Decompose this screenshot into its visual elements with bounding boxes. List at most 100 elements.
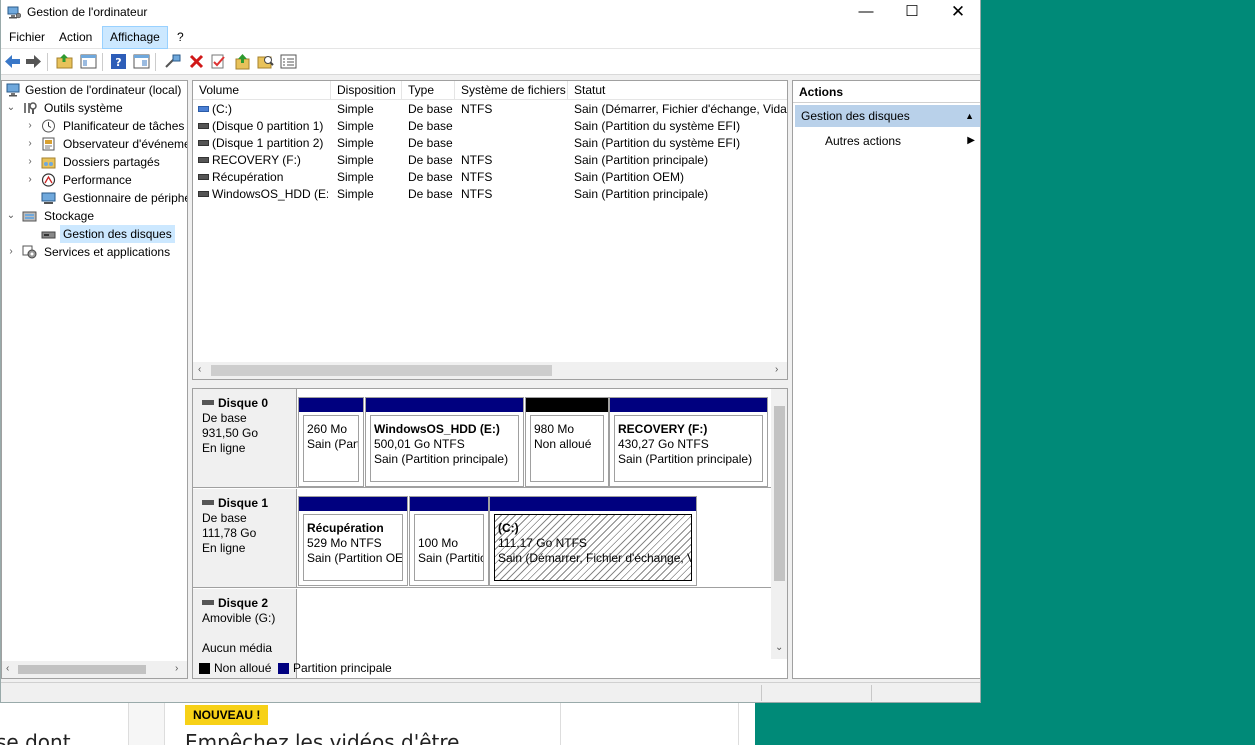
- volume-row[interactable]: Récupération Simple De base NTFS Sain (P…: [193, 169, 787, 186]
- collapse-up-icon[interactable]: ▲: [965, 105, 974, 127]
- partition-status: Sain (Partition principale): [374, 452, 509, 466]
- partition-status: Sain (Partition principale): [618, 452, 753, 466]
- disk-size: 111,78 Go: [202, 526, 257, 540]
- delete-icon[interactable]: [188, 53, 205, 70]
- volume-list-horizontal-scrollbar[interactable]: ‹ ›: [193, 362, 787, 379]
- connect-icon[interactable]: [164, 53, 181, 70]
- up-folder-icon[interactable]: [56, 53, 73, 70]
- minimize-button[interactable]: —: [843, 0, 889, 24]
- scroll-right-icon[interactable]: ›: [775, 364, 778, 375]
- disk-name: Disque 2: [218, 596, 269, 610]
- properties-view-icon[interactable]: [133, 53, 150, 70]
- scroll-down-icon[interactable]: ⌄: [775, 642, 783, 653]
- scrollbar-thumb[interactable]: [774, 406, 785, 581]
- chevron-down-icon[interactable]: ⌄: [6, 207, 16, 225]
- actions-section-gestion-disques[interactable]: Gestion des disques ▲: [795, 105, 980, 127]
- check-icon[interactable]: [210, 53, 227, 70]
- disk-0-label[interactable]: Disque 0 De base 931,50 Go En ligne: [193, 389, 297, 487]
- actions-pane: Actions Gestion des disques ▲ Autres act…: [792, 80, 981, 679]
- menu-help[interactable]: ?: [170, 26, 191, 49]
- volume-filesystem: [461, 135, 568, 152]
- partition-body: (C:) 111,17 Go NTFS Sain (Démarrer, Fich…: [494, 514, 692, 581]
- volume-type: De base: [408, 170, 453, 184]
- partition-block[interactable]: 100 Mo Sain (Partitic: [409, 496, 489, 586]
- export-icon[interactable]: [234, 53, 251, 70]
- scrollbar-thumb[interactable]: [18, 665, 146, 674]
- volume-row[interactable]: RECOVERY (F:) Simple De base NTFS Sain (…: [193, 152, 787, 169]
- volume-filesystem: [461, 118, 568, 135]
- partition-block[interactable]: 260 Mo Sain (Part: [298, 397, 364, 487]
- autres-actions-item[interactable]: Autres actions ▶: [825, 131, 975, 151]
- disk-map-vertical-scrollbar[interactable]: ⌄: [771, 389, 787, 659]
- tree-label: Gestionnaire de périphé: [63, 191, 188, 205]
- volume-disposition: Simple: [337, 153, 374, 167]
- chevron-right-icon[interactable]: ›: [25, 135, 35, 153]
- partition-size: 100 Mo: [418, 536, 459, 550]
- svg-text:?: ?: [115, 56, 121, 69]
- disk-1-label[interactable]: Disque 1 De base 111,78 Go En ligne: [193, 489, 297, 587]
- chevron-right-icon[interactable]: ›: [25, 117, 35, 135]
- computer-management-icon: [7, 6, 21, 19]
- background-article-title[interactable]: Empêchez les vidéos d'être: [185, 730, 459, 745]
- device-manager-icon: [41, 192, 56, 204]
- volume-row[interactable]: (Disque 1 partition 2) Simple De base Sa…: [193, 135, 787, 152]
- column-header-statut[interactable]: Statut: [568, 81, 787, 100]
- partition-block[interactable]: RECOVERY (F:) 430,27 Go NTFS Sain (Parti…: [609, 397, 768, 487]
- partition-block-selected[interactable]: (C:) 111,17 Go NTFS Sain (Démarrer, Fich…: [489, 496, 697, 586]
- partition-block[interactable]: WindowsOS_HDD (E:) 500,01 Go NTFS Sain (…: [365, 397, 524, 487]
- shared-folder-icon: [41, 157, 56, 169]
- chevron-right-icon[interactable]: ›: [25, 171, 35, 189]
- disk-management-icon: [41, 231, 56, 239]
- menu-affichage[interactable]: Affichage: [102, 26, 168, 49]
- title-bar[interactable]: Gestion de l'ordinateur — ☐ ✕: [1, 0, 980, 26]
- back-arrow-icon[interactable]: [4, 53, 21, 70]
- volume-row[interactable]: (C:) Simple De base NTFS Sain (Démarrer,…: [193, 101, 787, 118]
- volume-row[interactable]: (Disque 0 partition 1) Simple De base Sa…: [193, 118, 787, 135]
- maximize-button[interactable]: ☐: [889, 0, 935, 24]
- partition-block[interactable]: Récupération 529 Mo NTFS Sain (Partition…: [298, 496, 408, 586]
- menu-action[interactable]: Action: [52, 26, 99, 49]
- list-view-icon[interactable]: [280, 53, 297, 70]
- column-header-volume[interactable]: Volume: [193, 81, 331, 100]
- column-header-filesystem[interactable]: Système de fichiers: [455, 81, 568, 100]
- search-folder-icon[interactable]: [257, 53, 274, 70]
- actions-title: Actions: [793, 81, 980, 103]
- partition-name: RECOVERY (F:): [618, 422, 708, 436]
- scroll-left-icon[interactable]: ‹: [198, 364, 201, 375]
- volume-type: De base: [408, 153, 453, 167]
- scroll-left-icon[interactable]: ‹: [6, 663, 9, 674]
- partition-body: WindowsOS_HDD (E:) 500,01 Go NTFS Sain (…: [370, 415, 519, 482]
- volume-name: (C:): [212, 102, 232, 116]
- background-divider: [560, 700, 561, 745]
- chevron-right-icon[interactable]: ›: [6, 243, 16, 261]
- show-tree-icon[interactable]: [80, 53, 97, 70]
- scroll-right-icon[interactable]: ›: [175, 663, 178, 674]
- disk-state: En ligne: [202, 441, 246, 455]
- chevron-down-icon[interactable]: ⌄: [6, 99, 16, 117]
- volume-list: Volume Disposition Type Système de fichi…: [192, 80, 788, 380]
- services-icon: [22, 245, 37, 259]
- help-icon[interactable]: ?: [110, 53, 127, 70]
- partition-name: WindowsOS_HDD (E:): [374, 422, 500, 436]
- volume-disposition: Simple: [337, 119, 374, 133]
- tree-horizontal-scrollbar[interactable]: ‹ ›: [2, 661, 187, 678]
- actions-section-label: Gestion des disques: [801, 109, 910, 123]
- volume-row[interactable]: WindowsOS_HDD (E:) Simple De base NTFS S…: [193, 186, 787, 203]
- scrollbar-thumb[interactable]: [211, 365, 552, 376]
- menu-fichier[interactable]: Fichier: [2, 26, 52, 49]
- column-header-disposition[interactable]: Disposition: [331, 81, 402, 100]
- event-viewer-icon: [42, 137, 55, 151]
- partition-bar: [610, 398, 767, 412]
- volume-status: Sain (Partition du système EFI): [574, 136, 741, 150]
- disk-0-row[interactable]: Disque 0 De base 931,50 Go En ligne 260 …: [193, 389, 771, 488]
- disk-1-row[interactable]: Disque 1 De base 111,78 Go En ligne Récu…: [193, 489, 771, 588]
- unallocated-block[interactable]: 980 Mo Non alloué: [525, 397, 609, 487]
- chevron-right-icon[interactable]: ›: [25, 153, 35, 171]
- toolbar-separator: [47, 53, 48, 71]
- forward-arrow-icon[interactable]: [25, 53, 42, 70]
- close-button[interactable]: ✕: [935, 0, 981, 24]
- disk-name: Disque 0: [218, 396, 269, 410]
- volume-type: De base: [408, 119, 453, 133]
- column-header-type[interactable]: Type: [402, 81, 455, 100]
- background-new-badge: NOUVEAU !: [185, 705, 269, 725]
